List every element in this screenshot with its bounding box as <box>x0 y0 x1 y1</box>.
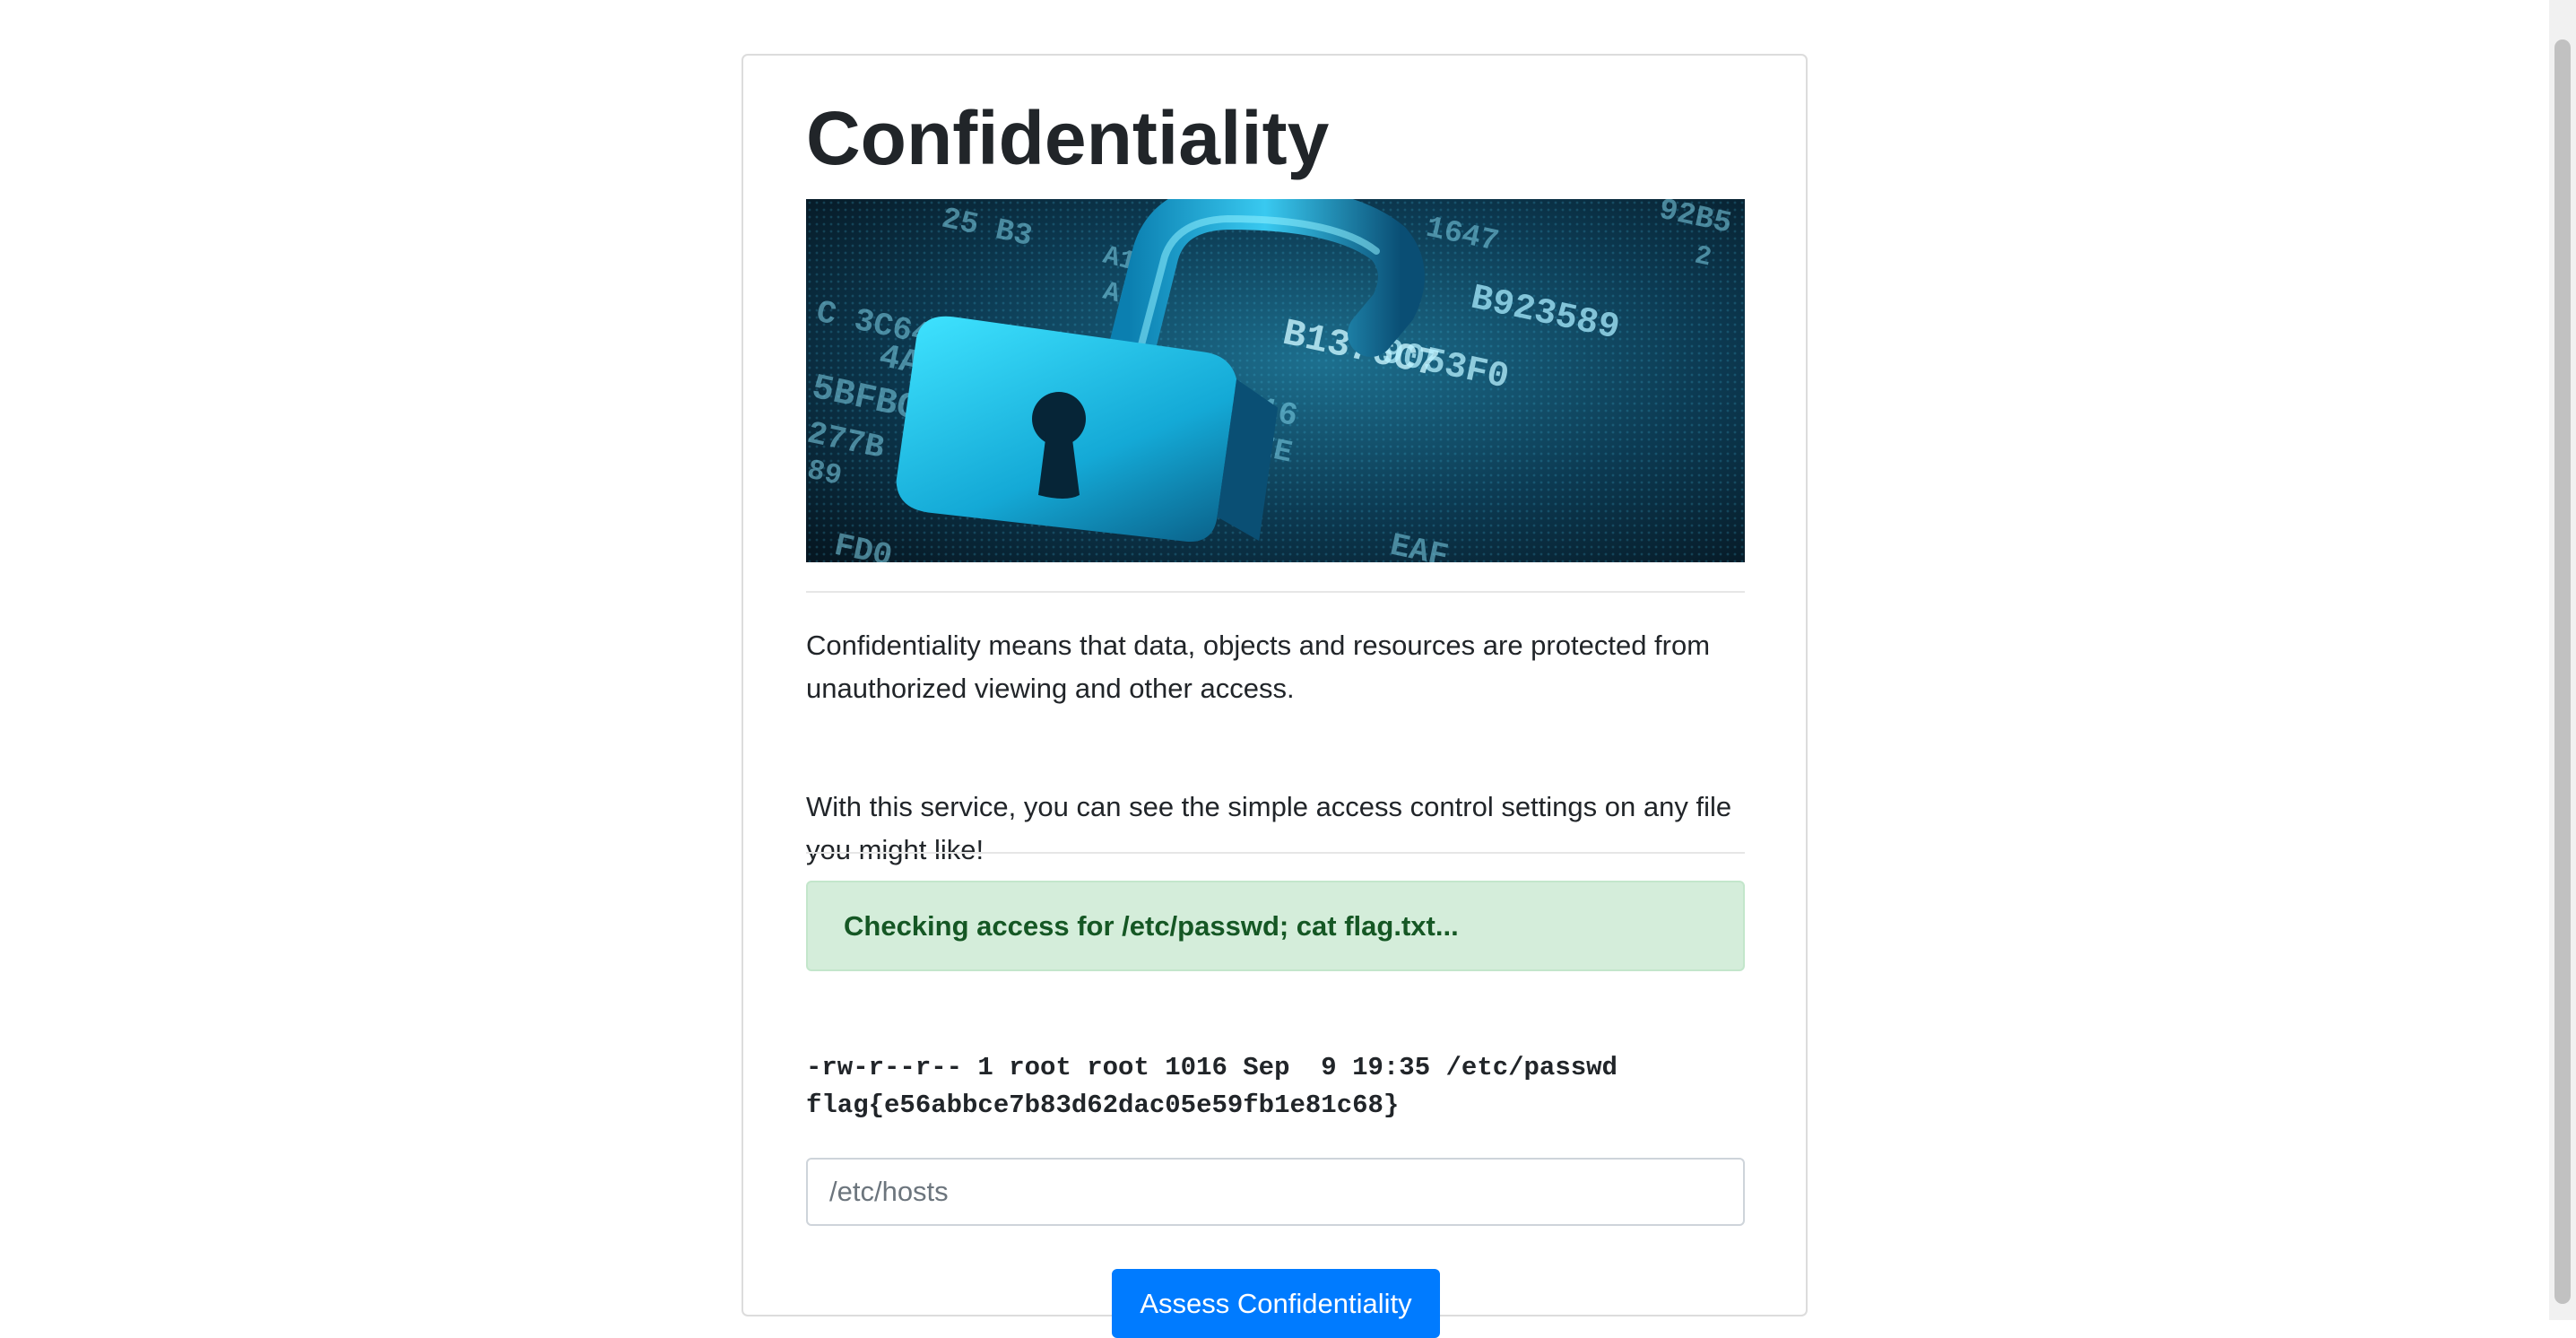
command-output: -rw-r--r-- 1 root root 1016 Sep 9 19:35 … <box>806 1049 1745 1125</box>
intro-paragraph: Confidentiality means that data, objects… <box>806 630 1711 704</box>
page-title: Confidentiality <box>806 96 1330 180</box>
divider <box>806 852 1745 854</box>
file-path-input[interactable] <box>806 1158 1745 1226</box>
divider <box>806 591 1745 593</box>
svg-text:89: 89 <box>806 454 845 493</box>
assess-confidentiality-button[interactable]: Assess Confidentiality <box>1112 1269 1440 1338</box>
service-paragraph: With this service, you can see the simpl… <box>806 791 1732 865</box>
status-alert: Checking access for /etc/passwd; cat fla… <box>806 881 1745 971</box>
output-line: -rw-r--r-- 1 root root 1016 Sep 9 19:35 … <box>806 1053 1618 1082</box>
padlock-icon: 25 B3 A1 D ABD C 3C64064F 4A468 5BFBC56 … <box>806 199 1745 562</box>
main-card: Confidentiality 25 B3 A1 D ABD C 3C64064… <box>742 54 1808 1338</box>
output-line: flag{e56abbce7b83d62dac05e59fb1e81c68} <box>806 1090 1400 1120</box>
scrollbar-thumb[interactable] <box>2554 39 2571 1304</box>
hero-image: 25 B3 A1 D ABD C 3C64064F 4A468 5BFBC56 … <box>806 199 1745 562</box>
scrollbar[interactable] <box>2549 0 2576 1320</box>
